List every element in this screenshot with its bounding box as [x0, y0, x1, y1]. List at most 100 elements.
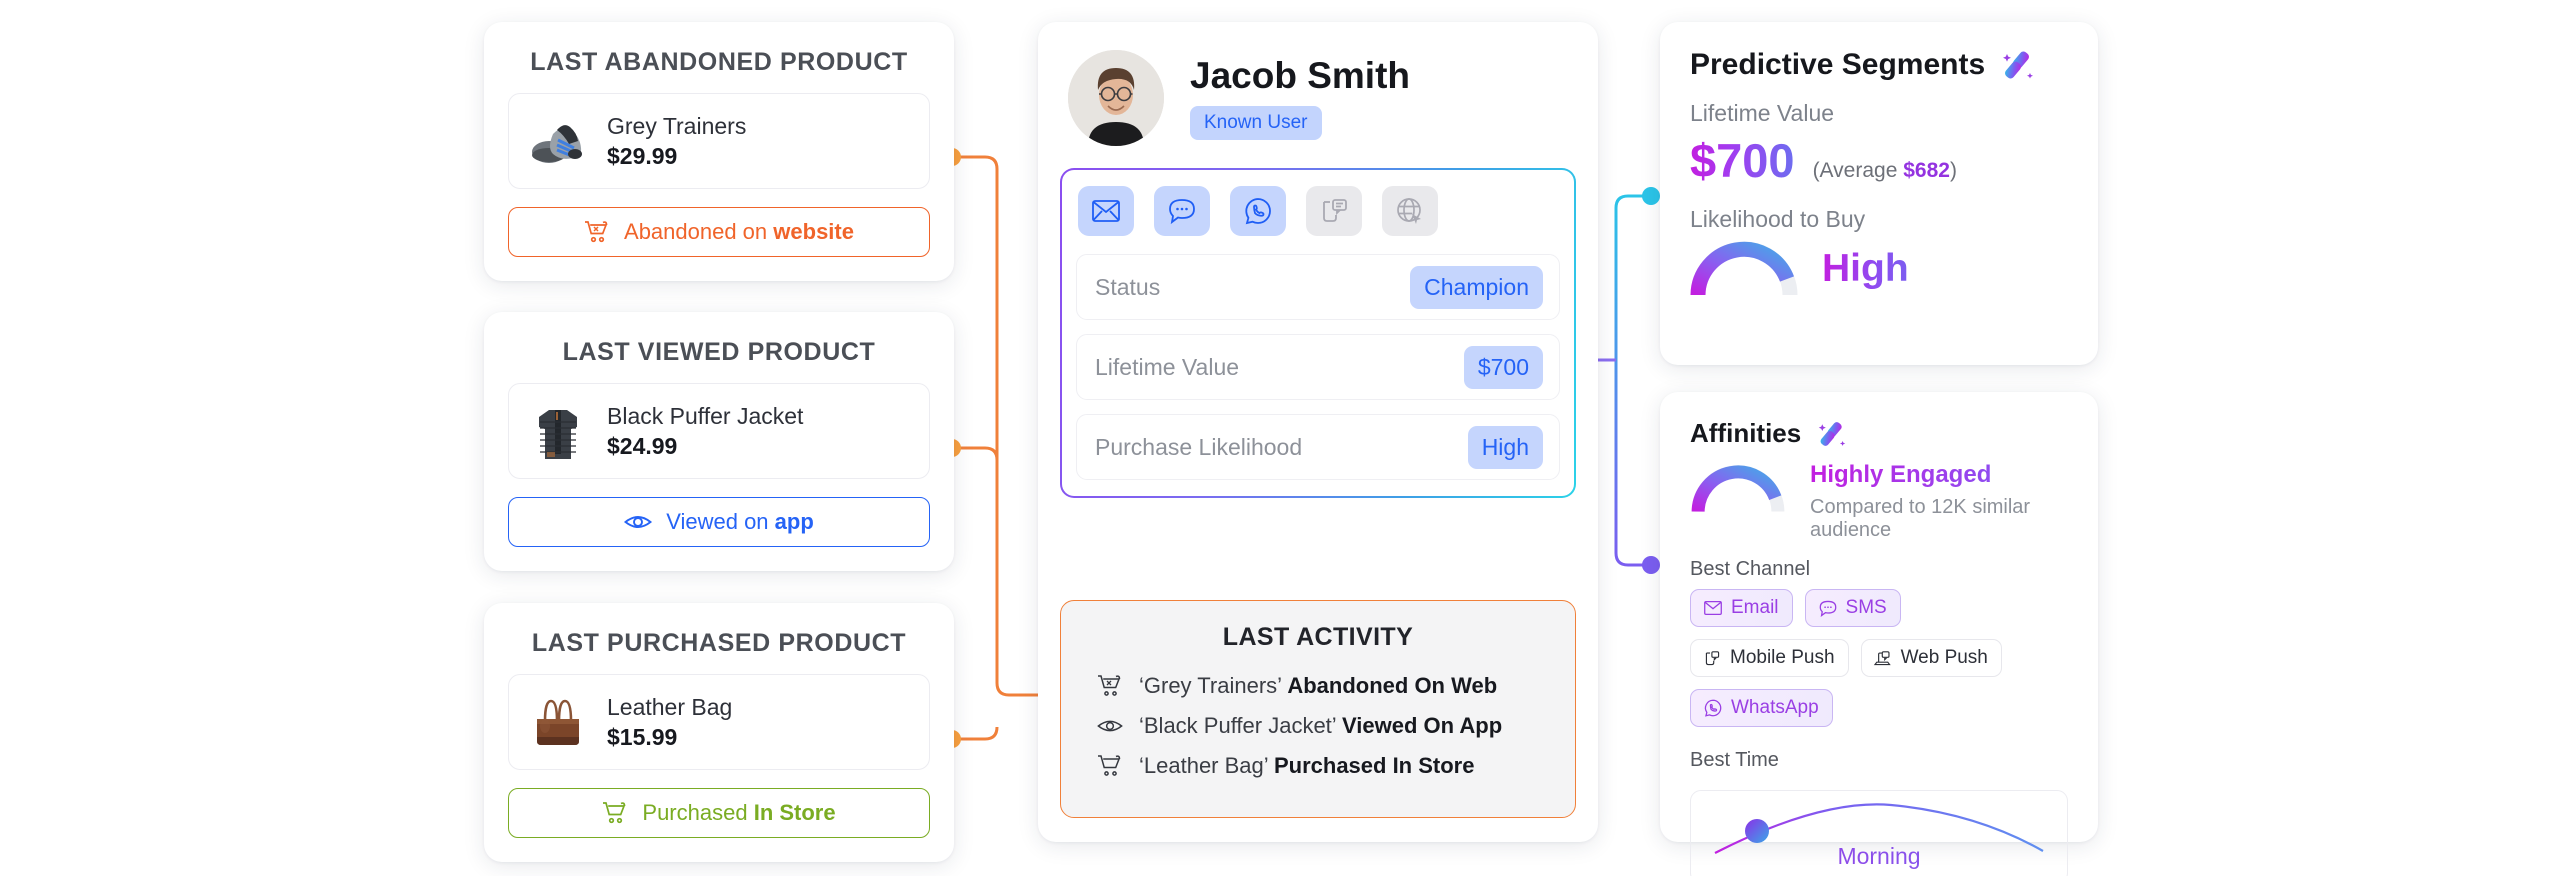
- average-amount: $682: [1903, 159, 1950, 182]
- viewed-on-app-button[interactable]: Viewed on app: [508, 497, 930, 547]
- engagement-level: Highly Engaged: [1810, 461, 2068, 489]
- activity-item: ‘Black Puffer Jacket’ Viewed On App: [1061, 706, 1575, 746]
- card-title: LAST ABANDONED PRODUCT: [530, 48, 908, 76]
- best-time-label: Best Time: [1690, 749, 1779, 771]
- last-viewed-product-card: LAST VIEWED PRODUCT Black Puffer Jacket …: [484, 312, 954, 571]
- product-name: Black Puffer Jacket: [607, 402, 804, 429]
- chip-label: Mobile Push: [1730, 647, 1835, 668]
- action-strong: app: [774, 509, 814, 534]
- affinities-title: Affinities: [1690, 418, 1802, 448]
- predictive-segments-title: Predictive Segments: [1690, 48, 1986, 81]
- action-strong: website: [773, 219, 854, 244]
- affinities-card: Affinities Highly Engaged Compared to 12…: [1660, 392, 2098, 876]
- profile-row-purchase-likelihood: Purchase Likelihood High: [1076, 414, 1560, 480]
- row-label: Lifetime Value: [1095, 353, 1240, 380]
- channel-icon-row: [1076, 186, 1560, 240]
- profile-header: Jacob Smith Known User: [1038, 22, 1598, 164]
- leather-bag-thumbnail: [527, 691, 589, 753]
- last-activity-card: LAST ACTIVITY ‘Grey Trainers’ Abandoned …: [1060, 600, 1576, 818]
- channel-chip-email[interactable]: Email: [1690, 589, 1793, 627]
- chip-label: SMS: [1845, 597, 1887, 618]
- chip-label: Email: [1731, 597, 1779, 618]
- channel-chip-mobile-push[interactable]: Mobile Push: [1690, 639, 1849, 677]
- wire-dot-affinities: [1642, 556, 1660, 574]
- eye-icon: [1097, 716, 1123, 736]
- chip-label: Web Push: [1900, 647, 1988, 668]
- chip-label: WhatsApp: [1731, 697, 1819, 718]
- product-summary: Leather Bag $15.99: [508, 674, 930, 770]
- likelihood-to-buy-label: Likelihood to Buy: [1690, 206, 1866, 232]
- best-time-marker: [1745, 819, 1769, 843]
- product-name: Grey Trainers: [607, 112, 747, 139]
- page-title: Jacob Smith: [1190, 54, 1410, 96]
- eye-icon: [624, 512, 653, 532]
- abandoned-on-website-button[interactable]: Abandoned on website: [508, 207, 930, 257]
- channel-email-icon[interactable]: [1078, 186, 1134, 236]
- row-label: Status: [1095, 273, 1161, 300]
- row-label: Purchase Likelihood: [1095, 433, 1303, 460]
- channel-chip-whatsapp[interactable]: WhatsApp: [1690, 689, 1833, 727]
- last-activity-title: LAST ACTIVITY: [1222, 623, 1414, 651]
- activity-event: Abandoned On Web: [1287, 673, 1498, 698]
- channel-mobile-push-icon[interactable]: [1306, 186, 1362, 236]
- activity-product: ‘Grey Trainers’: [1139, 673, 1282, 698]
- last-abandoned-product-card: LAST ABANDONED PRODUCT Grey Trainers $29…: [484, 22, 954, 281]
- best-time-chart: Morning: [1690, 790, 2068, 876]
- engagement-gauge: [1690, 463, 1786, 515]
- user-avatar-photo: [1068, 50, 1164, 146]
- activity-event: Viewed On App: [1342, 713, 1503, 738]
- action-prefix: Abandoned on: [624, 219, 768, 244]
- cart-x-icon: [584, 220, 610, 244]
- purchased-in-store-button[interactable]: Purchased In Store: [508, 788, 930, 838]
- row-value: Champion: [1410, 265, 1543, 309]
- engagement-comparison: Compared to 12K similar audience: [1810, 496, 2031, 541]
- row-value: High: [1467, 425, 1543, 469]
- black-puffer-jacket-thumbnail: [527, 400, 589, 462]
- card-title: LAST PURCHASED PRODUCT: [531, 629, 907, 657]
- lifetime-value-label: Lifetime Value: [1690, 100, 1835, 126]
- predictive-segments-card: Predictive Segments Lifetime Value $700 …: [1660, 22, 2098, 365]
- product-name: Leather Bag: [607, 693, 733, 720]
- channel-sms-chat-icon[interactable]: [1154, 186, 1210, 236]
- activity-item: ‘Grey Trainers’ Abandoned On Web: [1061, 666, 1575, 706]
- product-price: $15.99: [607, 724, 678, 750]
- best-channel-label: Best Channel: [1690, 558, 1811, 580]
- action-strong: In Store: [753, 800, 836, 825]
- profile-row-lifetime-value: Lifetime Value $700: [1076, 334, 1560, 400]
- action-prefix: Purchased: [642, 800, 748, 825]
- likelihood-gauge: [1690, 239, 1798, 299]
- card-title: LAST VIEWED PRODUCT: [562, 338, 876, 366]
- dashboard-canvas: LAST ABANDONED PRODUCT Grey Trainers $29…: [0, 0, 2560, 876]
- last-purchased-product-card: LAST PURCHASED PRODUCT Leather Bag $15.9…: [484, 603, 954, 862]
- grey-trainers-thumbnail: [527, 110, 589, 172]
- ai-sparkle-icon: [1817, 419, 1847, 449]
- product-summary: Black Puffer Jacket $24.99: [508, 383, 930, 479]
- channel-web-push-icon[interactable]: [1382, 186, 1438, 236]
- engagement-panel: Status Champion Lifetime Value $700 Purc…: [1060, 168, 1576, 498]
- product-price: $24.99: [607, 433, 678, 459]
- likelihood-value: High: [1822, 247, 1909, 290]
- channel-whatsapp-icon[interactable]: [1230, 186, 1286, 236]
- profile-row-status: Status Champion: [1076, 254, 1560, 320]
- customer-profile-card: Jacob Smith Known User Status Champion L…: [1038, 22, 1598, 842]
- product-summary: Grey Trainers $29.99: [508, 93, 930, 189]
- wire-dot-predictive: [1642, 187, 1660, 205]
- product-price: $29.99: [607, 143, 678, 169]
- channel-chip-web-push[interactable]: Web Push: [1860, 639, 2002, 677]
- best-time-value: Morning: [1691, 843, 2067, 870]
- activity-event: Purchased In Store: [1273, 753, 1475, 778]
- ai-sparkle-icon: [2001, 48, 2035, 82]
- activity-item: ‘Leather Bag’ Purchased In Store: [1061, 746, 1575, 786]
- best-channel-chips: Email SMS Mobile Push Web Push WhatsApp: [1660, 589, 2098, 727]
- activity-product: ‘Black Puffer Jacket’: [1139, 713, 1336, 738]
- channel-chip-sms[interactable]: SMS: [1804, 589, 1901, 627]
- average-suffix: ): [1949, 159, 1957, 182]
- cart-x-icon: [1097, 674, 1123, 698]
- activity-product: ‘Leather Bag’: [1139, 753, 1268, 778]
- action-prefix: Viewed on: [666, 509, 769, 534]
- lifetime-value-amount: $700: [1690, 134, 1795, 187]
- cart-icon: [1097, 754, 1123, 778]
- status-badge: Known User: [1190, 106, 1322, 141]
- average-prefix: (Average: [1812, 159, 1904, 182]
- row-value: $700: [1463, 345, 1543, 389]
